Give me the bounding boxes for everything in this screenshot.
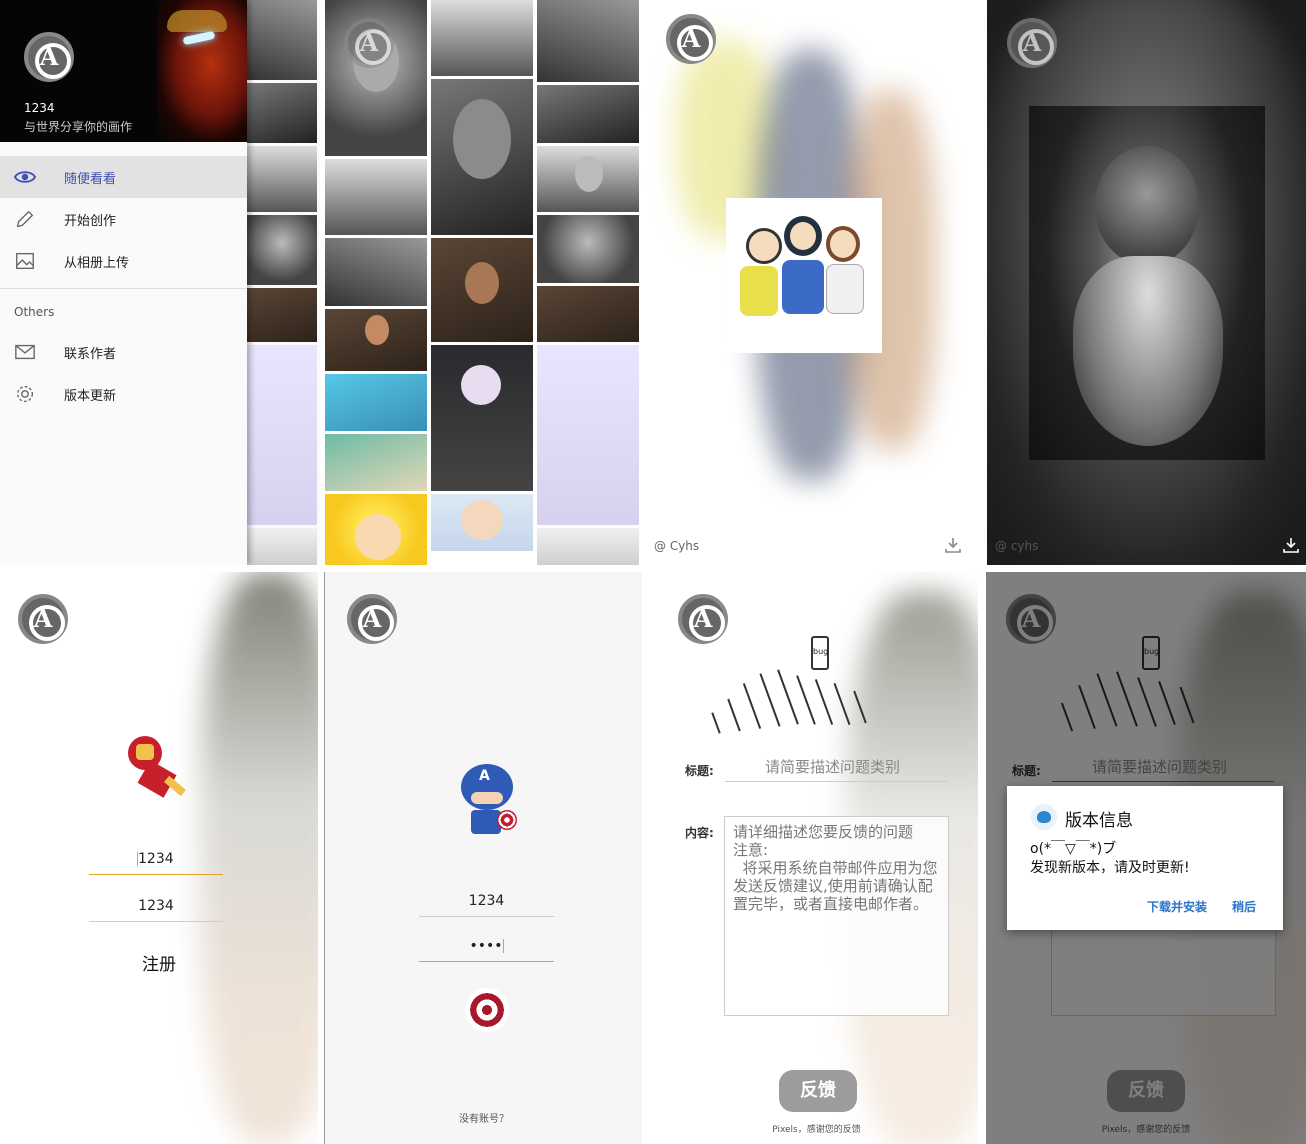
avengers-logo-icon[interactable]: A (347, 594, 397, 644)
navigation-drawer-screen: A 1234 与世界分享你的画作 随便看看 开始创作 从相册上传 Others … (0, 0, 320, 565)
photo-tile[interactable] (537, 0, 639, 82)
login-screen: A A 1234 •••• 没有账号？ (324, 572, 642, 1144)
avengers-logo-icon[interactable]: A (344, 18, 394, 68)
photo-tile[interactable] (537, 286, 639, 342)
password-input[interactable]: 1234 (89, 894, 223, 922)
photo-tile[interactable] (325, 159, 427, 235)
register-button[interactable]: 注册 (0, 950, 318, 975)
feedback-screen: A bug 标题: 请简要描述问题类别 内容: 请详细描述您要反馈的问题 注意:… (655, 572, 978, 1144)
image-detail-screen: A @ cyhs (987, 0, 1306, 565)
menu-divider (0, 288, 247, 289)
title-label: 标题: (685, 764, 714, 778)
dialog-message: o(*￣▽￣*)ブ 发现新版本，请及时更新! (1030, 841, 1190, 876)
menu-item-label: 联系作者 (64, 346, 117, 362)
artwork-preview[interactable] (1029, 106, 1265, 460)
menu-item-browse[interactable]: 随便看看 (0, 156, 247, 198)
photo-tile[interactable] (431, 494, 533, 551)
photo-tile[interactable] (431, 345, 533, 491)
photo-tile[interactable] (325, 494, 427, 565)
menu-item-label: 版本更新 (64, 388, 117, 404)
no-account-link[interactable]: 没有账号？ (325, 1110, 642, 1125)
avengers-logo-icon[interactable]: A (666, 14, 716, 64)
photo-tile[interactable] (247, 528, 317, 565)
photo-tile[interactable] (247, 83, 317, 143)
avengers-logo-icon[interactable]: A (18, 594, 68, 644)
image-feed-screen: A (320, 0, 642, 565)
content-label: 内容: (685, 826, 714, 840)
artwork-preview[interactable] (726, 198, 882, 353)
photo-tile[interactable] (325, 374, 427, 431)
download-icon[interactable] (1282, 537, 1300, 553)
later-button[interactable]: 稍后 (1232, 898, 1256, 915)
photo-tile[interactable] (247, 215, 317, 285)
version-dialog: 版本信息 o(*￣▽￣*)ブ 发现新版本，请及时更新! 下载并安装 稍后 (1007, 786, 1283, 930)
menu-item-label: 从相册上传 (64, 255, 130, 271)
content-textarea[interactable]: 请详细描述您要反馈的问题 注意: 将采用系统自带邮件应用为您发送反馈建议,使用前… (724, 816, 949, 1016)
photo-tile[interactable] (247, 0, 317, 80)
register-screen: A 1234 1234 注册 (0, 572, 318, 1144)
author-attribution[interactable]: @ cyhs (995, 539, 1038, 553)
drawer-username: 1234 (24, 101, 55, 115)
password-input[interactable]: •••• (419, 934, 554, 962)
photo-tile[interactable] (325, 238, 427, 306)
photo-tile[interactable] (431, 0, 533, 76)
photo-tile[interactable] (537, 345, 639, 525)
mail-icon (15, 344, 35, 360)
photo-tile[interactable] (325, 434, 427, 491)
captain-america-mascot-icon: A (459, 764, 519, 838)
menu-item-label: 开始创作 (64, 213, 117, 229)
photo-tile[interactable] (431, 238, 533, 342)
menu-item-contact[interactable]: 联系作者 (0, 331, 247, 373)
photo-tile[interactable] (247, 146, 317, 212)
photo-tile[interactable] (247, 288, 317, 342)
ironman-mascot-icon (122, 736, 192, 806)
username-input[interactable]: 1234 (419, 889, 554, 917)
submit-feedback-button[interactable]: 反馈 (779, 1070, 857, 1112)
username-input[interactable]: 1234 (89, 847, 223, 875)
download-install-button[interactable]: 下载并安装 (1147, 898, 1207, 915)
menu-item-update[interactable]: 版本更新 (0, 373, 247, 415)
menu-item-create[interactable]: 开始创作 (0, 198, 247, 240)
title-input[interactable]: 请简要描述问题类别 (725, 756, 947, 782)
pencil-icon (16, 210, 34, 228)
feedback-footer: Pixels，感谢您的反馈 (772, 1125, 861, 1135)
photo-tile[interactable] (537, 215, 639, 283)
photo-tile[interactable] (431, 79, 533, 235)
drawer-motto: 与世界分享你的画作 (24, 120, 133, 134)
photo-tile[interactable] (537, 146, 639, 212)
bug-illustration: bug (705, 632, 905, 742)
menu-section-header: Others (14, 305, 55, 319)
gear-icon (16, 385, 34, 403)
avatar[interactable]: A (24, 32, 74, 82)
dialog-title: 版本信息 (1065, 811, 1133, 831)
app-icon (1031, 804, 1057, 830)
image-detail-screen: A @ Cyhs (646, 0, 984, 565)
photo-tile[interactable] (247, 345, 317, 525)
image-icon (16, 252, 34, 270)
menu-item-upload[interactable]: 从相册上传 (0, 240, 247, 282)
avengers-logo-icon[interactable]: A (1007, 18, 1057, 68)
menu-item-label: 随便看看 (64, 171, 117, 187)
drawer-menu: A 1234 与世界分享你的画作 随便看看 开始创作 从相册上传 Others … (0, 0, 247, 565)
photo-tile[interactable] (537, 85, 639, 143)
photo-tile[interactable] (325, 309, 427, 371)
eye-icon (14, 171, 36, 183)
author-attribution[interactable]: @ Cyhs (654, 539, 699, 553)
drawer-header: A 1234 与世界分享你的画作 (0, 0, 247, 142)
shield-login-button[interactable] (465, 988, 509, 1032)
download-icon[interactable] (944, 537, 962, 553)
photo-tile[interactable] (537, 528, 639, 565)
header-artwork (157, 0, 247, 142)
update-dialog-screen: A bug 标题: 请简要描述问题类别 反馈 Pixels，感谢您的反馈 版本信… (986, 572, 1306, 1144)
